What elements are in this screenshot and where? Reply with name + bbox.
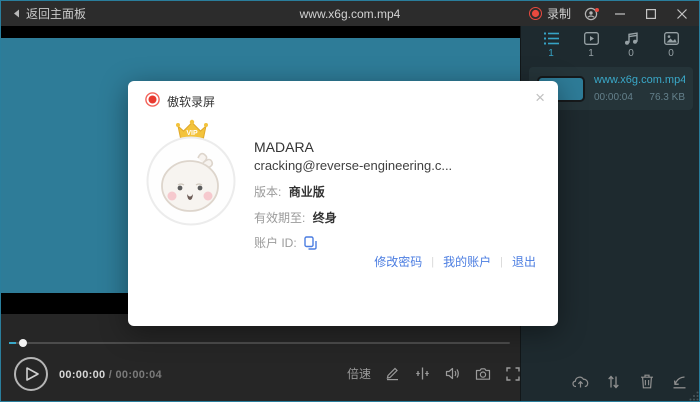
account-email: cracking@reverse-engineering.c...: [254, 158, 453, 173]
account-actions: 修改密码 | 我的账户 | 退出: [374, 253, 536, 270]
time-separator: /: [105, 369, 116, 381]
back-arrow-icon: [13, 9, 20, 18]
tab-recordings-list[interactable]: 1: [536, 32, 566, 59]
app-logo-icon: [145, 92, 160, 107]
account-dialog: 傲软录屏 × VIP MADARA cracking@reverse-engin…: [128, 81, 558, 326]
total-time: 00:00:04: [115, 369, 162, 381]
pencil-icon: [386, 367, 399, 381]
current-time: 00:00:00: [59, 369, 106, 381]
file-size: 76.3 KB: [649, 92, 685, 103]
record-button[interactable]: 录制: [528, 5, 571, 22]
minimize-button[interactable]: [611, 1, 629, 26]
media-tabs: 1 1 0 0: [521, 26, 699, 59]
sort-icon: [608, 375, 619, 388]
maximize-button[interactable]: [642, 1, 660, 26]
trash-icon: [640, 374, 653, 389]
seek-handle[interactable]: [19, 339, 27, 347]
file-duration: 00:00:04: [594, 92, 633, 103]
speaker-icon: [445, 367, 459, 380]
fullscreen-icon: [505, 366, 520, 381]
link-separator: |: [431, 255, 435, 268]
image-icon: [663, 32, 679, 45]
tab-audio[interactable]: 0: [616, 32, 646, 59]
tab-count: 0: [668, 48, 674, 59]
account-name: MADARA: [254, 139, 314, 155]
version-label: 版本:: [254, 185, 282, 199]
snapshot-button[interactable]: [474, 365, 491, 382]
export-icon: [673, 375, 686, 388]
version-value: 商业版: [288, 185, 325, 199]
play-icon: [26, 367, 39, 381]
fullscreen-button[interactable]: [504, 365, 521, 382]
tab-images[interactable]: 0: [656, 32, 686, 59]
expiry-row: 有效期至: 终身: [254, 209, 337, 226]
player-controls-bar: [1, 314, 520, 401]
audio-adjust-button[interactable]: [414, 365, 431, 382]
audio-wave-icon: [416, 367, 429, 380]
dialog-close-button[interactable]: ×: [535, 89, 545, 106]
edit-button[interactable]: [384, 365, 401, 382]
app-window: 返回主面板 www.x6g.com.mp4 录制 00:00:00 / 00:0…: [0, 0, 700, 402]
account-avatar: [146, 136, 236, 226]
copy-icon: [303, 235, 317, 250]
expiry-value: 终身: [312, 211, 337, 225]
my-account-link[interactable]: 我的账户: [443, 253, 491, 270]
time-display: 00:00:00 / 00:00:04: [59, 369, 162, 381]
delete-button[interactable]: [638, 373, 655, 390]
list-icon: [543, 32, 559, 45]
feedback-button[interactable]: [584, 7, 599, 21]
record-label: 录制: [546, 7, 571, 21]
close-icon: [677, 8, 687, 19]
logout-link[interactable]: 退出: [512, 253, 536, 270]
music-icon: [624, 32, 638, 45]
account-id-row: 账户 ID:: [254, 234, 317, 251]
camera-icon: [475, 367, 490, 380]
expiry-label: 有效期至:: [254, 211, 306, 225]
close-button[interactable]: [673, 1, 691, 26]
sort-button[interactable]: [605, 373, 622, 390]
back-label: 返回主面板: [26, 7, 87, 21]
tab-count: 1: [548, 48, 554, 59]
minimize-icon: [615, 12, 625, 15]
cloud-upload-icon: [572, 376, 589, 388]
version-row: 版本: 商业版: [254, 183, 325, 200]
tab-videos[interactable]: 1: [576, 32, 606, 59]
link-separator: |: [500, 255, 503, 268]
volume-button[interactable]: [444, 365, 461, 382]
upload-button[interactable]: [572, 373, 589, 390]
speed-button[interactable]: 倍速: [347, 365, 371, 382]
back-to-main-button[interactable]: 返回主面板: [1, 1, 98, 26]
resize-grip-icon[interactable]: [689, 391, 699, 401]
notification-dot: [595, 7, 599, 12]
titlebar: 返回主面板 www.x6g.com.mp4 录制: [1, 1, 699, 26]
change-password-link[interactable]: 修改密码: [374, 253, 422, 270]
record-dot-icon: [528, 7, 542, 20]
copy-account-id-button[interactable]: [303, 235, 317, 250]
tab-count: 0: [628, 48, 634, 59]
play-button[interactable]: [14, 357, 48, 391]
file-name: www.x6g.com.mp4: [594, 74, 685, 86]
open-folder-button[interactable]: [671, 373, 688, 390]
video-icon: [583, 32, 599, 45]
account-id-label: 账户 ID:: [254, 236, 297, 250]
seek-bar-played: [9, 342, 16, 344]
dialog-title: 傲软录屏: [167, 95, 216, 109]
tab-count: 1: [588, 48, 594, 59]
maximize-icon: [646, 8, 656, 19]
seek-bar[interactable]: [9, 339, 510, 347]
